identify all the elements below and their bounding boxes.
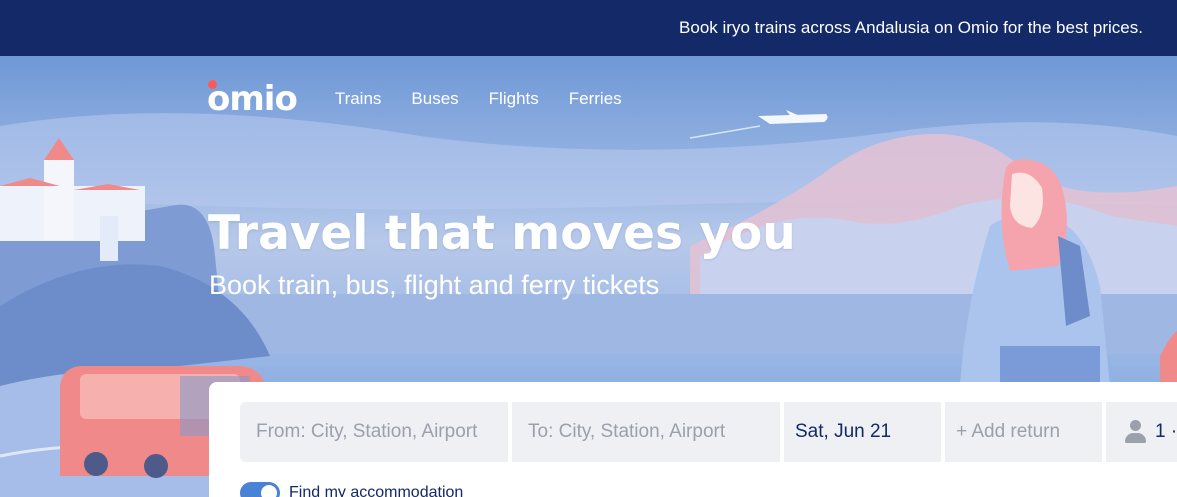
promo-banner[interactable]: Book iryo trains across Andalusia on Omi… <box>0 0 1177 56</box>
accommodation-toggle[interactable] <box>240 482 280 497</box>
to-input[interactable]: To: City, Station, Airport <box>512 402 780 462</box>
from-input[interactable]: From: City, Station, Airport <box>240 402 508 462</box>
nav-link-ferries[interactable]: Ferries <box>569 89 622 109</box>
passengers-selector[interactable]: 1 · <box>1106 402 1177 462</box>
departure-date-field[interactable]: Sat, Jun 21 <box>784 402 941 462</box>
logo-dot-icon <box>208 80 217 89</box>
omio-logo[interactable]: omio <box>207 79 298 119</box>
add-return-button[interactable]: + Add return <box>945 402 1102 462</box>
promo-banner-text: Book iryo trains across Andalusia on Omi… <box>679 18 1143 37</box>
passenger-count: 1 · <box>1155 421 1177 442</box>
accommodation-label: Find my accommodation <box>289 484 464 497</box>
accommodation-option: Find my accommodation <box>240 482 463 497</box>
person-icon <box>1124 420 1146 444</box>
logo-text: omio <box>207 79 298 119</box>
hero-subtitle: Book train, bus, flight and ferry ticket… <box>209 270 660 300</box>
hero-title: Travel that moves you <box>208 206 796 261</box>
main-nav: omio Trains Buses Flights Ferries <box>207 79 652 119</box>
nav-link-buses[interactable]: Buses <box>411 89 458 109</box>
nav-link-flights[interactable]: Flights <box>489 89 539 109</box>
nav-link-trains[interactable]: Trains <box>335 89 382 109</box>
search-card: From: City, Station, Airport To: City, S… <box>209 382 1177 497</box>
